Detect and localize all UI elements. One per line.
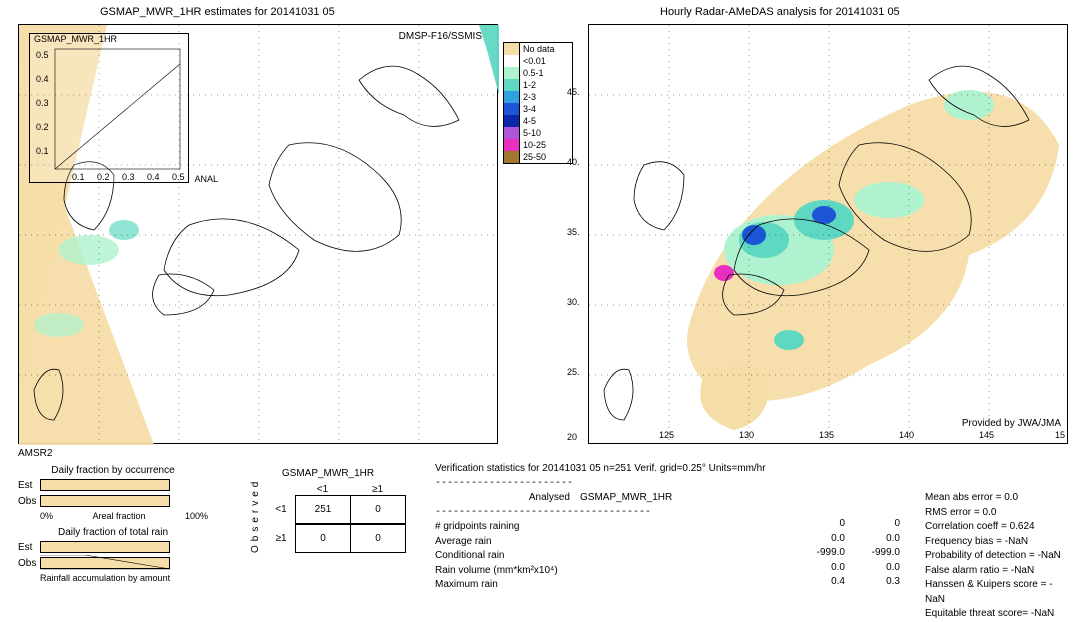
verif-header: Verification statistics for 20141031 05 … (435, 462, 1065, 477)
right-map: 20 25. 30. 35. 40. 45. 125 130 135 140 1… (588, 24, 1068, 444)
inset-label: GSMAP_MWR_1HR (34, 34, 117, 44)
legend: No data<0.010.5-11-22-33-44-55-1010-2525… (503, 42, 573, 164)
legend-item: <0.01 (504, 55, 572, 67)
left-map: GSMAP_MWR_1HR ANAL 0.1 0.2 0.3 0.4 0.5 0… (18, 24, 498, 444)
right-map-title: Hourly Radar-AMeDAS analysis for 2014103… (660, 6, 900, 18)
legend-item: 4-5 (504, 115, 572, 127)
inset-anal: ANAL (194, 174, 218, 184)
legend-item: 25-50 (504, 151, 572, 163)
legend-item: 0.5-1 (504, 67, 572, 79)
legend-item: 5-10 (504, 127, 572, 139)
legend-item: 3-4 (504, 103, 572, 115)
legend-item: 10-25 (504, 139, 572, 151)
legend-item: No data (504, 43, 572, 55)
provider-label: Provided by JWA/JMA (962, 418, 1061, 429)
legend-item: 1-2 (504, 79, 572, 91)
fraction-bars: Daily fraction by occurrence Est Obs 0%A… (18, 465, 208, 583)
inset-plot: GSMAP_MWR_1HR ANAL 0.1 0.2 0.3 0.4 0.5 0… (29, 33, 189, 183)
amsr2-label: AMSR2 (18, 448, 52, 459)
verification-stats: Verification statistics for 20141031 05 … (435, 462, 1065, 622)
contingency-table: GSMAP_MWR_1HR Observed <1 ≥1 <1 2510 ≥1 … (250, 468, 406, 553)
legend-item: 2-3 (504, 91, 572, 103)
tot-title: Daily fraction of total rain (18, 527, 208, 538)
left-map-title: GSMAP_MWR_1HR estimates for 20141031 05 (100, 6, 335, 18)
occ-title: Daily fraction by occurrence (18, 465, 208, 476)
dmsp-label: DMSP-F16/SSMIS (399, 31, 482, 42)
